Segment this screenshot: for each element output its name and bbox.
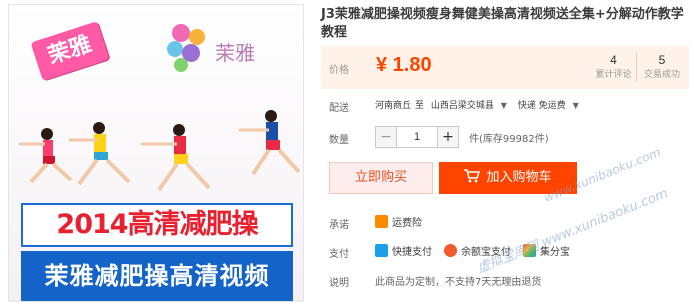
- quantity-stepper: − 1 + 件(库存99982件): [375, 126, 549, 148]
- quantity-input[interactable]: 1: [397, 126, 437, 148]
- price-value: ¥ 1.80: [376, 54, 432, 76]
- image-banner-subtitle: 茉雅减肥操高清视频: [21, 251, 293, 301]
- brand-badge: 茉雅: [30, 21, 110, 81]
- stat-sales-count: 5: [658, 53, 666, 67]
- delivery-destination-text: 山西吕梁交城县: [430, 101, 494, 111]
- delivery-destination-select[interactable]: 山西吕梁交城县 ▼: [431, 101, 511, 111]
- delivery-to: 至: [415, 101, 425, 111]
- watermark-site: 虚拟宝库网 www.xunibaoku.com: [475, 186, 671, 277]
- quantity-label: 数量: [329, 135, 349, 146]
- payment-label: 支付: [329, 249, 349, 260]
- add-to-cart-label: 加入购物车: [486, 170, 552, 185]
- promise-label: 承诺: [329, 220, 349, 231]
- product-main-image[interactable]: 茉雅 茉雅 2014高清减肥操 茉雅减肥操高清视频: [8, 4, 304, 302]
- stat-sales-label: 交易成功: [643, 70, 680, 80]
- product-page: 茉雅 茉雅 2014高清减肥操 茉雅减肥操高清视频 J3茉雅减肥操视频瘦身舞健美…: [0, 0, 690, 302]
- notice-text: 此商品为定制，不支持7天无理由退货: [375, 277, 542, 288]
- delivery-origin: 河南商丘: [375, 101, 412, 111]
- chevron-down-icon: ▼: [500, 101, 507, 110]
- chevron-down-icon: ▼: [572, 101, 579, 110]
- stat-reviews-label: 累计评论: [595, 70, 632, 80]
- delivery-express-text: 快递 免运费: [517, 101, 566, 111]
- quick-pay-icon: [375, 244, 388, 257]
- dancers-illustration: [19, 110, 301, 192]
- yuebao-icon: [444, 244, 457, 257]
- notice-label: 说明: [329, 278, 349, 289]
- freight-insurance-item[interactable]: 运费险: [375, 214, 422, 229]
- product-title: J3茉雅减肥操视频瘦身舞健美操高清视频送全集+分解动作教学教程: [321, 7, 684, 40]
- stat-reviews-count: 4: [610, 53, 617, 67]
- payment-quick-text: 快捷支付: [392, 247, 432, 258]
- brand-logo-text: 茉雅: [215, 41, 255, 65]
- promise-row: 运费险: [375, 214, 434, 229]
- stat-reviews[interactable]: 4 累计评论: [591, 52, 637, 82]
- buy-now-button[interactable]: 立即购买: [329, 162, 433, 194]
- stock-info: 件(库存99982件): [469, 133, 549, 145]
- delivery-row: 河南商丘至 山西吕梁交城县 ▼ 快递 免运费 ▼: [375, 98, 587, 111]
- cart-icon: [464, 169, 481, 183]
- quantity-increase-button[interactable]: +: [437, 126, 459, 148]
- quantity-decrease-button[interactable]: −: [375, 126, 397, 148]
- price-panel: 价格 ¥ 1.80 4 累计评论 5 交易成功: [321, 46, 689, 89]
- brand-logo-icon: [167, 24, 205, 72]
- image-banner-title: 2014高清减肥操: [21, 203, 293, 247]
- price-label: 价格: [329, 65, 349, 76]
- delivery-express-select[interactable]: 快递 免运费 ▼: [518, 101, 583, 111]
- shield-icon: [375, 215, 388, 228]
- stat-sales[interactable]: 5 交易成功: [639, 52, 685, 82]
- freight-insurance-text: 运费险: [392, 218, 422, 229]
- delivery-label: 配送: [329, 103, 349, 114]
- payment-quick[interactable]: 快捷支付: [375, 243, 432, 258]
